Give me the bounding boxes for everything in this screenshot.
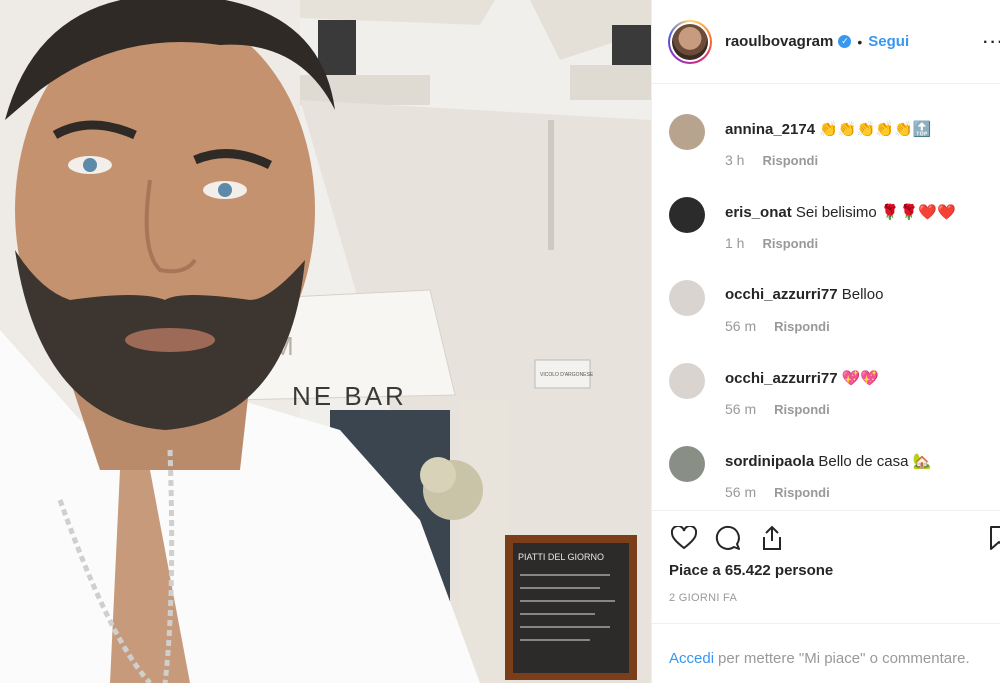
reply-button[interactable]: Rispondi [762,153,818,168]
post-sidebar: raoulbovagram ✓ • Segui ··· annina_2174 … [651,0,1000,683]
comment-avatar[interactable] [669,446,705,482]
more-options-icon[interactable]: ··· [983,34,1000,52]
comment-time[interactable]: 56 m [725,318,756,334]
post-actions: Piace a 65.422 persone 2 GIORNI FA Acced… [652,510,1000,683]
street-plaque: VICOLO D'ARGONESE [540,372,594,378]
comment-time[interactable]: 56 m [725,484,756,500]
reply-button[interactable]: Rispondi [774,319,830,334]
post-header: raoulbovagram ✓ • Segui ··· [652,0,1000,84]
bar-sign: NE BAR [292,381,407,411]
comment-username[interactable]: occhi_azzurri77 [725,370,838,387]
login-link[interactable]: Accedi [669,650,714,667]
menu-board-title: PIATTI DEL GIORNO [518,552,604,562]
likes-count[interactable]: Piace a 65.422 persone [669,562,833,579]
verified-badge-icon: ✓ [838,35,852,48]
comments-list[interactable]: annina_2174 👏👏👏👏👏🔝 3 h Rispondi eris_onat… [652,84,1000,510]
login-prompt: Accedi per mettere "Mi piace" o commentar… [652,623,1000,683]
comment-avatar[interactable] [669,197,705,233]
author-avatar[interactable] [668,19,712,64]
login-prompt-text: per mettere "Mi piace" o commentare. [718,650,970,667]
comment-text: Sei belisimo 🌹🌹❤️❤️ [795,204,956,221]
comment-avatar[interactable] [669,363,705,399]
comment-time[interactable]: 56 m [725,401,756,417]
comment-username[interactable]: sordinipaola [725,453,814,470]
separator-dot: • [857,33,863,50]
comment-time[interactable]: 1 h [725,235,744,251]
share-icon[interactable] [757,523,787,553]
bookmark-icon[interactable] [984,523,1000,553]
comment-time[interactable]: 3 h [725,152,744,168]
reply-button[interactable]: Rispondi [762,236,818,251]
comment-text: 💖💖 [841,370,880,387]
reply-button[interactable]: Rispondi [774,485,830,500]
comment-avatar[interactable] [669,280,705,316]
comment-username[interactable]: eris_onat [725,204,792,221]
comment-username[interactable]: annina_2174 [725,121,815,138]
comment-icon[interactable] [713,523,743,553]
heart-icon[interactable] [669,523,699,553]
comment-text: Bello de casa 🏡 [818,453,932,470]
comment-text: 👏👏👏👏👏🔝 [819,121,932,138]
comment-text: Belloo [841,286,884,303]
reply-button[interactable]: Rispondi [774,402,830,417]
comment-username[interactable]: occhi_azzurri77 [725,286,838,303]
photo-illustration: M NE BAR VICOLO D'ARGONESE PIATTI DEL GI… [0,0,651,683]
post-photo[interactable]: M NE BAR VICOLO D'ARGONESE PIATTI DEL GI… [0,0,651,683]
post-date[interactable]: 2 GIORNI FA [669,592,737,604]
follow-button[interactable]: Segui [868,33,909,50]
comment-avatar[interactable] [669,114,705,150]
author-username[interactable]: raoulbovagram [725,33,833,50]
